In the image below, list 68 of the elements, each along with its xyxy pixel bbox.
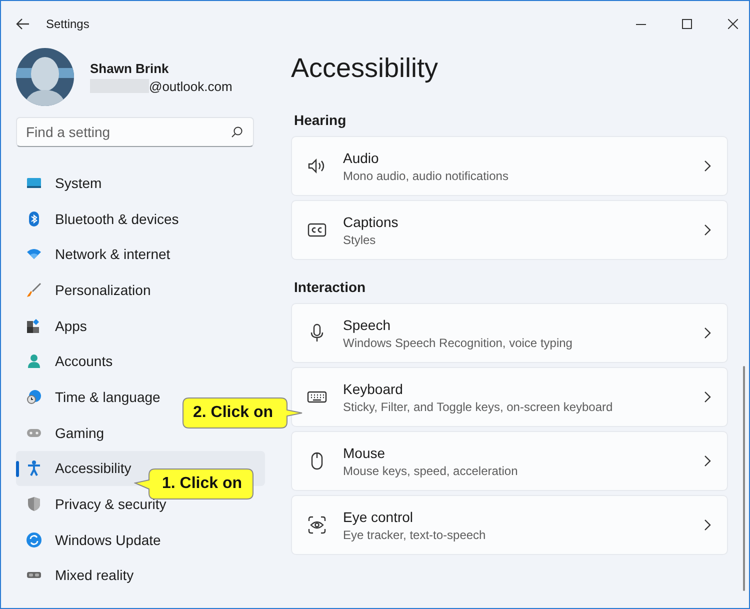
card-subtitle: Mono audio, audio notifications — [343, 168, 510, 182]
account-email: @outlook.com — [149, 78, 232, 94]
card-title: Captions — [343, 214, 400, 230]
card-title: Eye control — [343, 508, 414, 524]
maximize-icon[interactable] — [682, 19, 692, 29]
person-accessibility-icon — [26, 460, 42, 476]
nav-item[interactable]: System — [16, 165, 265, 201]
back-arrow-icon[interactable] — [16, 18, 30, 30]
nav-item[interactable]: Windows Update — [16, 522, 265, 558]
chevron-icon — [704, 327, 711, 339]
account-name: Shawn Brink — [90, 60, 170, 76]
card-title: Mouse — [343, 444, 386, 460]
globe-clock-icon — [26, 388, 42, 405]
person-icon — [26, 353, 42, 370]
nav-label: System — [55, 174, 102, 191]
card-title: Keyboard — [343, 380, 404, 396]
bluetooth-icon — [26, 210, 42, 227]
search-icon — [231, 126, 243, 138]
settings-card[interactable]: Audio Mono audio, audio notifications — [291, 136, 728, 196]
settings-card[interactable]: Captions Styles — [291, 200, 728, 260]
callout-tooltip: 2. Click on — [181, 396, 303, 430]
nav-label: Accessibility — [55, 460, 132, 476]
nav-item[interactable]: Bluetooth & devices — [16, 200, 265, 236]
nav-label: Apps — [55, 318, 87, 334]
card-subtitle: Eye tracker, text-to-speech — [343, 528, 487, 542]
brush-icon — [26, 282, 42, 298]
search-field[interactable]: Find a setting — [16, 117, 254, 147]
settings-card[interactable]: Mouse Mouse keys, speed, acceleration — [291, 431, 728, 491]
settings-card[interactable]: Keyboard Sticky, Filter, and Toggle keys, on-screen keyboard — [291, 367, 728, 427]
nav-item[interactable]: Accounts — [16, 343, 265, 380]
page-title: Accessibility — [291, 53, 440, 85]
settings-card[interactable]: Eye control Eye tracker, text-to-speech — [291, 495, 728, 555]
sync-icon — [26, 532, 42, 548]
scrollbar[interactable] — [743, 366, 745, 591]
speaker-icon — [307, 156, 327, 176]
chevron-icon — [704, 224, 711, 236]
card-title: Audio — [343, 150, 380, 166]
window-title: Settings — [46, 17, 90, 31]
nav-label: Mixed reality — [55, 567, 134, 584]
chevron-icon — [704, 391, 711, 403]
chevron-icon — [704, 160, 711, 172]
nav-label: Personalization — [55, 282, 151, 298]
section-heading: Interaction — [294, 279, 367, 296]
nav-item[interactable]: Apps — [16, 308, 265, 344]
nav-item[interactable]: Mixed reality — [16, 558, 265, 594]
nav-label: Bluetooth & devices — [55, 210, 179, 227]
callout-tooltip: 1. Click on — [134, 467, 255, 501]
section-heading: Hearing — [294, 112, 348, 129]
apps-icon — [26, 318, 42, 334]
nav-label: Network & internet — [55, 246, 170, 262]
nav-label: Time & language — [55, 388, 160, 405]
card-title: Speech — [343, 316, 392, 332]
nav-label: Windows Update — [55, 532, 161, 548]
close-icon[interactable] — [728, 19, 738, 29]
selection-indicator — [16, 460, 19, 476]
chevron-icon — [704, 455, 711, 467]
card-subtitle: Sticky, Filter, and Toggle keys, on-screen keyboard — [343, 400, 614, 414]
nav-label: Gaming — [55, 424, 104, 441]
card-subtitle: Mouse keys, speed, acceleration — [343, 464, 519, 478]
card-subtitle: Styles — [343, 232, 377, 246]
nav-label: Accounts — [55, 353, 113, 370]
nav-item[interactable]: Personalization — [16, 272, 265, 308]
card-subtitle: Windows Speech Recognition, voice typing — [343, 336, 574, 350]
eye-scan-icon — [307, 515, 327, 535]
settings-card[interactable]: Speech Windows Speech Recognition, voice typing — [291, 303, 728, 363]
shield-icon — [26, 496, 42, 512]
nav-item[interactable]: Network & internet — [16, 236, 265, 272]
chevron-icon — [704, 519, 711, 531]
